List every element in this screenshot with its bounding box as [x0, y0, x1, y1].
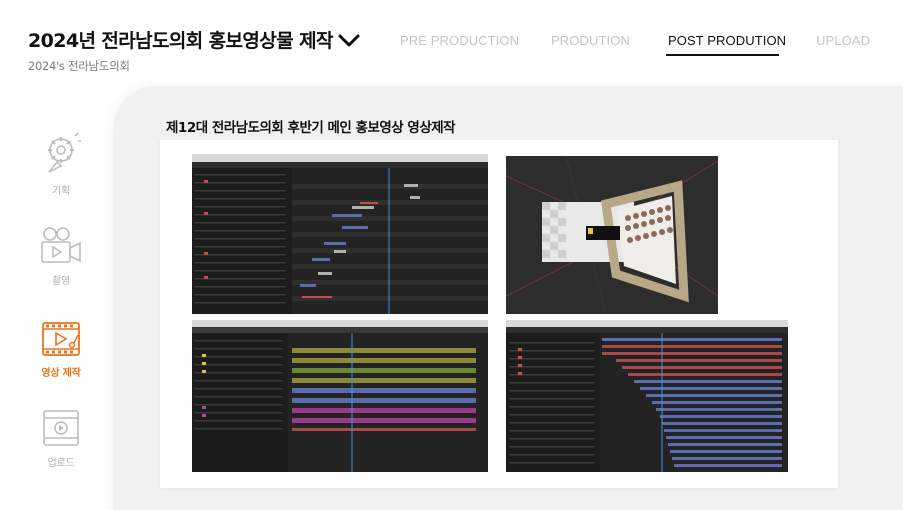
- sidebar-label-filming: 촬영: [52, 276, 70, 287]
- sidebar-item-planning[interactable]: 기획: [30, 132, 92, 197]
- chevron-down-icon[interactable]: [336, 30, 362, 50]
- idea-gear-icon: [48, 132, 81, 173]
- sidebar-item-video-production[interactable]: 영상 제작: [30, 320, 92, 379]
- 3d-scene-render-screenshot[interactable]: [506, 156, 718, 314]
- tab-post-production[interactable]: POST PRODUTION: [668, 33, 786, 48]
- screenshot-gallery: [160, 140, 838, 488]
- after-effects-layers-screenshot[interactable]: [192, 320, 488, 472]
- video-editing-icon: [42, 322, 80, 356]
- sidebar-label-upload: 업로드: [47, 458, 75, 469]
- video-camera-icon: [41, 227, 81, 263]
- section-title: 제12대 전라남도의회 후반기 메인 홍보영상 영상제작: [166, 120, 456, 136]
- sidebar-item-upload[interactable]: 업로드: [30, 408, 92, 469]
- tab-pre-production[interactable]: PRE PRODUCTION: [400, 33, 519, 48]
- tab-production[interactable]: PRODUTION: [551, 33, 630, 48]
- after-effects-timeline-screenshot[interactable]: [192, 154, 488, 314]
- sidebar-item-filming[interactable]: 촬영: [30, 226, 92, 287]
- active-tab-underline: [666, 54, 779, 56]
- page-subtitle: 2024's 전라남도의회: [28, 59, 130, 73]
- tab-upload[interactable]: UPLOAD: [816, 33, 870, 48]
- sidebar-label-planning: 기획: [52, 186, 70, 197]
- sidebar-label-video-production: 영상 제작: [41, 368, 81, 379]
- upload-video-icon: [43, 410, 79, 446]
- after-effects-keyframes-screenshot[interactable]: [506, 320, 788, 472]
- page-title: 2024년 전라남도의회 홍보영상물 제작: [28, 30, 333, 52]
